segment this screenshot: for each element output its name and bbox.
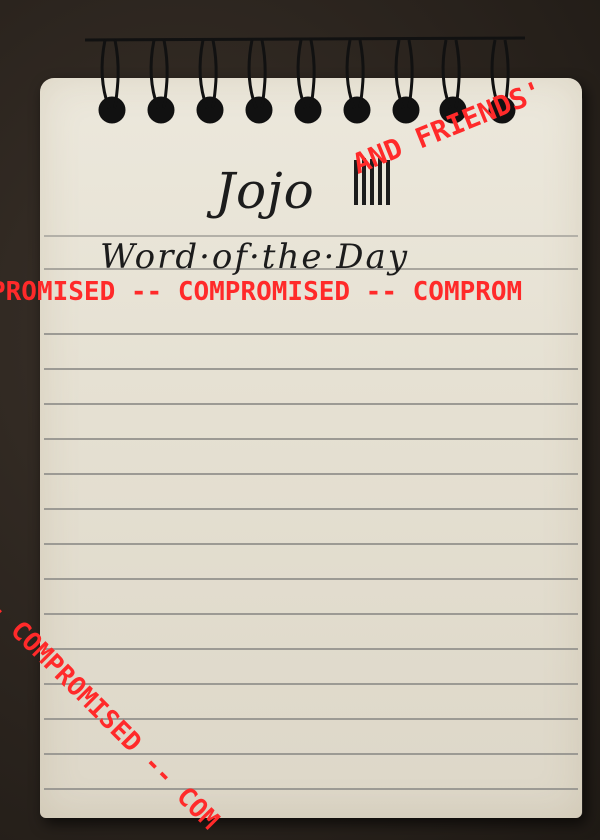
notepad-title: Jojo (215, 162, 315, 220)
compromised-band-horizontal: PROMISED -- COMPROMISED -- COMPROM (0, 277, 523, 307)
notepad-subtitle: Word·of·the·Day (100, 237, 410, 277)
